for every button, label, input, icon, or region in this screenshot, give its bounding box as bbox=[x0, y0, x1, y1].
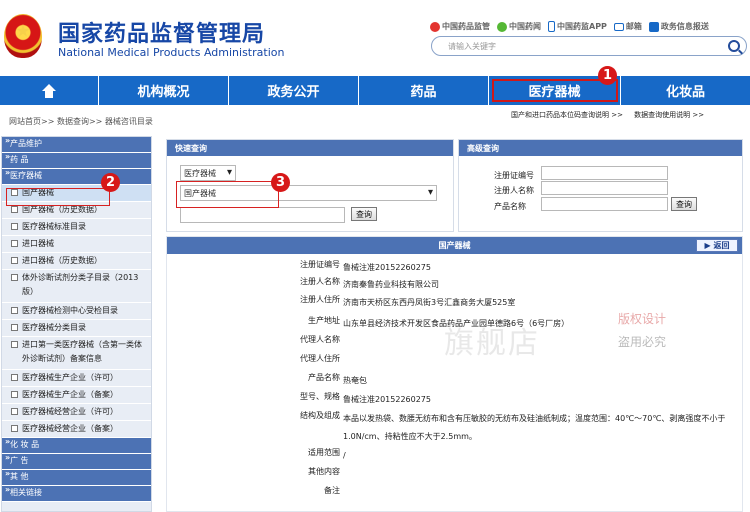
nav-item-cosmetics[interactable]: 化妆品 bbox=[621, 76, 750, 105]
sidebar-item-first-class-record[interactable]: 进口第一类医疗器械（含第一类体外诊断试剂）备案信息 bbox=[2, 337, 151, 370]
main-nav: 机构概况 政务公开 药品 医疗器械 化妆品 bbox=[0, 76, 750, 105]
sidebar-category-others[interactable]: 其 他 bbox=[2, 469, 151, 486]
watermark: 旗舰店 版权设计 盗用必究 bbox=[440, 308, 690, 362]
registrant-name-input[interactable] bbox=[541, 181, 668, 195]
registrant-name-label: 注册人名称 bbox=[494, 186, 534, 195]
sidebar-item-production-record[interactable]: 医疗器械生产企业（备案） bbox=[2, 387, 151, 404]
sidebar-category-related[interactable]: 相关链接 bbox=[2, 485, 151, 502]
site-header: 国家药品监督管理局 National Medical Products Admi… bbox=[0, 0, 750, 76]
sidebar-category-products[interactable]: 产品维护 bbox=[2, 136, 151, 153]
weibo-icon bbox=[430, 21, 440, 32]
right-info-links: 国产和进口药品本位码查询说明 >> 数据查询使用说明 >> bbox=[511, 110, 704, 120]
home-icon bbox=[42, 83, 56, 98]
detail-row-structure: 结构及组成 本品以发热袋、数腰无纺布和含有压敏胶的无纺布及硅油纸制成；温度范围：4… bbox=[300, 411, 726, 441]
top-link-weibo[interactable]: 中国药品监管 bbox=[430, 21, 490, 32]
top-link-mail[interactable]: 邮箱 bbox=[613, 21, 642, 32]
detail-row-product-name: 产品名称 热奄包 bbox=[308, 373, 367, 385]
advanced-search-title: 高级查询 bbox=[459, 140, 742, 156]
nav-item-drugs[interactable]: 药品 bbox=[359, 76, 489, 105]
back-button[interactable]: ▶ 返回 bbox=[696, 239, 738, 252]
code-query-link[interactable]: 国产和进口药品本位码查询说明 >> bbox=[511, 111, 623, 119]
nav-item-organization[interactable]: 机构概况 bbox=[99, 76, 229, 105]
nav-home[interactable] bbox=[0, 76, 99, 105]
report-icon bbox=[648, 21, 659, 32]
detail-row-remarks: 备注 bbox=[324, 486, 340, 495]
phone-icon bbox=[548, 21, 555, 32]
sidebar-item-production-license[interactable]: 医疗器械生产企业（许可） bbox=[2, 370, 151, 387]
site-search[interactable]: 请输入关键字 bbox=[431, 36, 747, 56]
sidebar-item-standards[interactable]: 医疗器械标准目录 bbox=[2, 219, 151, 236]
product-name-input[interactable] bbox=[541, 197, 668, 211]
sidebar-category-devices[interactable]: 医疗器械 bbox=[2, 168, 151, 185]
sidebar-item-classification[interactable]: 医疗器械分类目录 bbox=[2, 320, 151, 337]
category-select[interactable]: 医疗器械 bbox=[180, 165, 236, 181]
quick-search-title: 快速查询 bbox=[167, 140, 453, 156]
detail-row-other: 其他内容 bbox=[308, 467, 340, 476]
registration-number-input[interactable] bbox=[541, 166, 668, 180]
quick-search-button[interactable]: 查询 bbox=[351, 207, 377, 221]
sidebar-item-imported-devices[interactable]: 进口器械 bbox=[2, 236, 151, 253]
site-title: 国家药品监督管理局 bbox=[58, 22, 266, 47]
search-icon[interactable] bbox=[728, 40, 740, 52]
watermark-copyright: 版权设计 bbox=[618, 312, 667, 326]
top-links: 中国药品监管 中国药闻 中国药监APP 邮箱 政务信息报送 bbox=[430, 21, 709, 32]
search-placeholder: 请输入关键字 bbox=[448, 42, 496, 51]
usage-link[interactable]: 数据查询使用说明 >> bbox=[634, 111, 704, 119]
sidebar-item-ivd-catalog[interactable]: 体外诊断试剂分类子目录（2013版） bbox=[2, 270, 151, 303]
registration-number-label: 注册证编号 bbox=[494, 171, 534, 180]
annotation-box-select bbox=[176, 181, 279, 208]
detail-row-registrant: 注册人名称 济南秦鲁药业科技有限公司 bbox=[300, 277, 439, 289]
top-link-report[interactable]: 政务信息报送 bbox=[648, 21, 709, 32]
watermark-warning: 盗用必究 bbox=[618, 335, 667, 349]
wechat-icon bbox=[497, 21, 507, 32]
sidebar-item-business-license[interactable]: 医疗器械经营企业（许可） bbox=[2, 404, 151, 421]
detail-row-registration-number: 注册证编号 鲁械注准20152260275 bbox=[300, 260, 431, 272]
nav-item-government[interactable]: 政务公开 bbox=[229, 76, 359, 105]
annotation-badge-1: 1 bbox=[598, 66, 617, 85]
sidebar-item-test-center[interactable]: 医疗器械检测中心受检目录 bbox=[2, 303, 151, 320]
national-emblem-icon bbox=[4, 14, 42, 58]
breadcrumb: 网站首页>> 数据查询>> 器械咨讯目录 bbox=[9, 117, 153, 126]
detail-row-model-spec: 型号、规格 鲁械注准20152260275 bbox=[300, 392, 431, 404]
detail-row-scope: 适用范围 / bbox=[308, 448, 346, 460]
sidebar-item-imported-history[interactable]: 进口器械（历史数据） bbox=[2, 253, 151, 270]
top-link-news[interactable]: 中国药闻 bbox=[497, 21, 541, 32]
sidebar-category-ads[interactable]: 广 告 bbox=[2, 453, 151, 470]
product-name-label: 产品名称 bbox=[494, 202, 526, 211]
sidebar-item-business-record[interactable]: 医疗器械经营企业（备案） bbox=[2, 421, 151, 438]
detail-title: 国产器械 ▶ 返回 bbox=[167, 237, 742, 254]
quick-search-input[interactable] bbox=[180, 207, 345, 223]
sidebar-category-drugs[interactable]: 药 品 bbox=[2, 152, 151, 169]
sidebar-category-cosmetics[interactable]: 化 妆 品 bbox=[2, 437, 151, 454]
top-link-app[interactable]: 中国药监APP bbox=[548, 21, 607, 32]
annotation-box-sidebar bbox=[6, 188, 110, 206]
watermark-main: 旗舰店 bbox=[444, 326, 540, 361]
site-subtitle: National Medical Products Administration bbox=[58, 46, 285, 59]
advanced-search-panel: 高级查询 注册证编号 注册人名称 产品名称 查询 bbox=[458, 139, 743, 232]
device-detail-table: 国产器械 ▶ 返回 注册证编号 鲁械注准20152260275 注册人名称 济南秦鲁药… bbox=[166, 236, 743, 512]
annotation-badge-3: 3 bbox=[271, 173, 290, 192]
mail-icon bbox=[613, 22, 624, 31]
advanced-search-button[interactable]: 查询 bbox=[671, 197, 697, 211]
annotation-badge-2: 2 bbox=[101, 173, 120, 192]
